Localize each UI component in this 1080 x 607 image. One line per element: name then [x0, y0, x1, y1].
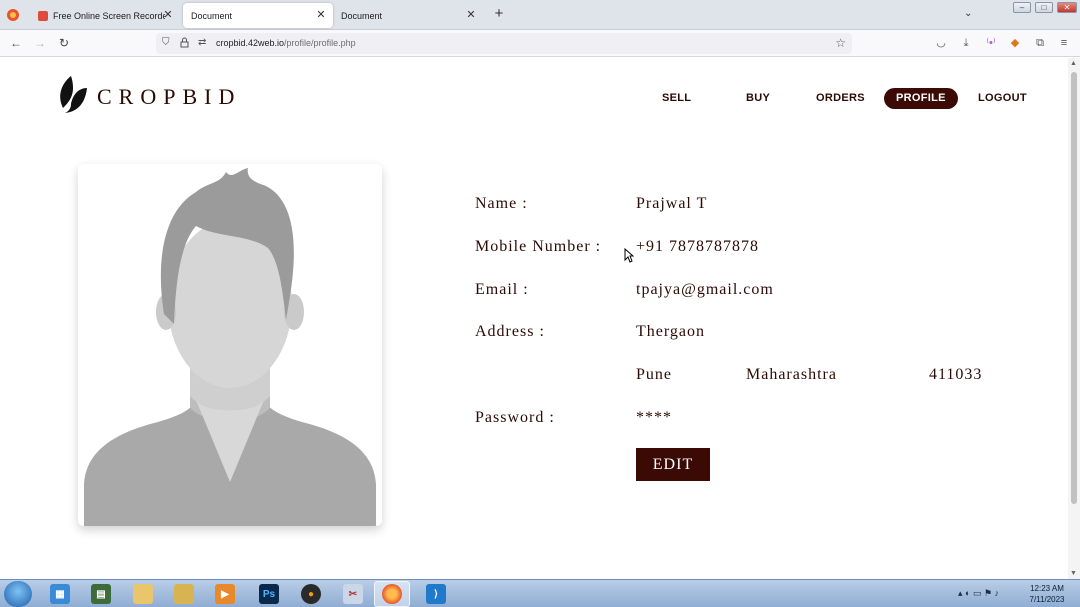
close-tab-icon[interactable]: ✕ — [315, 9, 327, 21]
hamburger-menu-icon[interactable]: ≡ — [1057, 36, 1071, 50]
name-label: Name : — [475, 195, 528, 212]
taskbar-app-library[interactable] — [166, 581, 202, 607]
taskbar-app-fl-studio[interactable]: ● — [293, 581, 329, 607]
address-pincode: 411033 — [929, 366, 983, 383]
tab-label: Document — [191, 10, 233, 21]
bookmark-star-icon[interactable]: ☆ — [835, 36, 846, 50]
list-all-tabs-icon[interactable]: ⌄ — [964, 8, 972, 19]
taskbar-app-snipping[interactable]: ✂ — [335, 581, 371, 607]
address-line1: Thergaon — [636, 323, 706, 340]
taskbar-app-vscode[interactable]: ⟩ — [418, 581, 454, 607]
vscode-icon: ⟩ — [426, 584, 446, 604]
snipping-tool-icon: ✂ — [343, 584, 363, 604]
maximize-button[interactable]: □ — [1035, 2, 1053, 13]
browser-nav-bar: ← → ↻ ⛉ ⇄ cropbid.42web.io/profile/profi… — [0, 30, 1080, 57]
menu-item-logout[interactable]: LOGOUT — [978, 88, 1027, 109]
page-content: CROPBID SELL BUY ORDERS PROFILE LOGOUT N… — [0, 58, 1068, 579]
close-tab-icon[interactable]: ✕ — [162, 9, 174, 21]
menu-item-buy[interactable]: BUY — [746, 88, 770, 109]
tab-document[interactable]: Document ✕ — [333, 3, 483, 28]
clock-date: 7/11/2023 — [1029, 595, 1065, 604]
desktop-window-icon: ▦ — [50, 584, 70, 604]
tab-label: Free Online Screen Recorder & S — [53, 10, 165, 21]
monitor-icon: ▤ — [91, 584, 111, 604]
mobile-value: +91 7878787878 — [636, 238, 760, 255]
close-window-button[interactable]: ✕ — [1057, 2, 1077, 13]
address-city: Pune — [636, 366, 672, 383]
scroll-thumb[interactable] — [1071, 72, 1077, 504]
page-scrollbar[interactable]: ▲ ▼ — [1068, 58, 1080, 579]
tracking-shield-icon[interactable]: ⛉ — [162, 37, 170, 49]
extension-icon[interactable]: ⁽•⁾ — [984, 36, 998, 50]
mouse-cursor-icon — [624, 248, 634, 263]
taskbar-app-files[interactable] — [125, 581, 161, 607]
new-tab-button[interactable]: + — [492, 6, 506, 22]
lock-icon[interactable] — [180, 37, 189, 52]
reload-icon[interactable]: ↻ — [56, 36, 72, 50]
email-value: tpajya@gmail.com — [636, 281, 774, 298]
taskbar-app-explorer-window[interactable]: ▦ — [42, 581, 78, 607]
menu-item-sell[interactable]: SELL — [662, 88, 691, 109]
windows-start-button[interactable] — [4, 581, 32, 607]
tab-document-active[interactable]: Document ✕ — [183, 3, 333, 28]
password-value: **** — [636, 409, 672, 426]
minimize-button[interactable]: – — [1013, 2, 1031, 13]
email-label: Email : — [475, 281, 529, 298]
firefox-menu-icon[interactable] — [4, 5, 22, 25]
recorder-favicon-icon — [38, 10, 48, 21]
fl-studio-icon: ● — [301, 584, 321, 604]
url-domain: cropbid.42web.io — [216, 38, 285, 48]
address-state: Maharashtra — [746, 366, 837, 383]
edit-button[interactable]: EDIT — [636, 448, 710, 481]
mobile-label: Mobile Number : — [475, 238, 602, 255]
url-bar[interactable]: ⛉ ⇄ cropbid.42web.io/profile/profile.php… — [156, 33, 852, 54]
photoshop-icon: Ps — [259, 584, 279, 604]
permissions-icon[interactable]: ⇄ — [198, 37, 206, 49]
media-player-icon: ▶ — [215, 584, 235, 604]
taskbar-app-firefox[interactable] — [374, 581, 410, 607]
metamask-icon[interactable]: ◆ — [1008, 36, 1022, 50]
firefox-icon — [382, 584, 402, 604]
close-tab-icon[interactable]: ✕ — [465, 9, 477, 21]
profile-avatar — [78, 164, 382, 526]
taskbar-app-monitor[interactable]: ▤ — [83, 581, 119, 607]
default-avatar-icon — [78, 164, 382, 526]
menu-item-profile[interactable]: PROFILE — [884, 88, 958, 109]
downloads-icon[interactable]: ⤓ — [959, 36, 973, 50]
browser-tab-bar: Free Online Screen Recorder & S ✕ Docume… — [0, 0, 1080, 30]
address-label: Address : — [475, 323, 545, 340]
pocket-icon[interactable]: ◡ — [934, 36, 948, 50]
menu-item-orders[interactable]: ORDERS — [816, 88, 865, 109]
taskbar-clock[interactable]: 12:23 AM 7/11/2023 — [1024, 583, 1070, 605]
url-text[interactable]: cropbid.42web.io/profile/profile.php — [216, 38, 356, 48]
url-path: /profile/profile.php — [284, 38, 356, 48]
taskbar-app-photoshop[interactable]: Ps — [251, 581, 287, 607]
system-tray[interactable]: ▴ ◐ ▭ ⚑ ♪ — [958, 588, 999, 599]
extensions-puzzle-icon[interactable]: ⧉ — [1033, 36, 1047, 50]
library-icon — [174, 584, 194, 604]
main-menu: SELL BUY ORDERS PROFILE LOGOUT — [0, 88, 1068, 109]
name-value: Prajwal T — [636, 195, 708, 212]
scroll-down-arrow-icon[interactable]: ▼ — [1070, 570, 1077, 577]
tab-label: Document — [341, 10, 383, 21]
clock-time: 12:23 AM — [1030, 584, 1064, 593]
forward-arrow-icon[interactable]: → — [32, 36, 48, 50]
windows-taskbar: ▦ ▤ ▶ Ps ● ✂ ⟩ ▴ ◐ ▭ ⚑ ♪ 12:23 AM 7/11/2… — [0, 579, 1080, 607]
back-arrow-icon[interactable]: ← — [8, 36, 24, 50]
scroll-up-arrow-icon[interactable]: ▲ — [1070, 60, 1077, 67]
tab-screen-recorder[interactable]: Free Online Screen Recorder & S ✕ — [30, 3, 180, 28]
taskbar-app-media[interactable]: ▶ — [207, 581, 243, 607]
folder-icon — [133, 584, 153, 604]
password-label: Password : — [475, 409, 555, 426]
